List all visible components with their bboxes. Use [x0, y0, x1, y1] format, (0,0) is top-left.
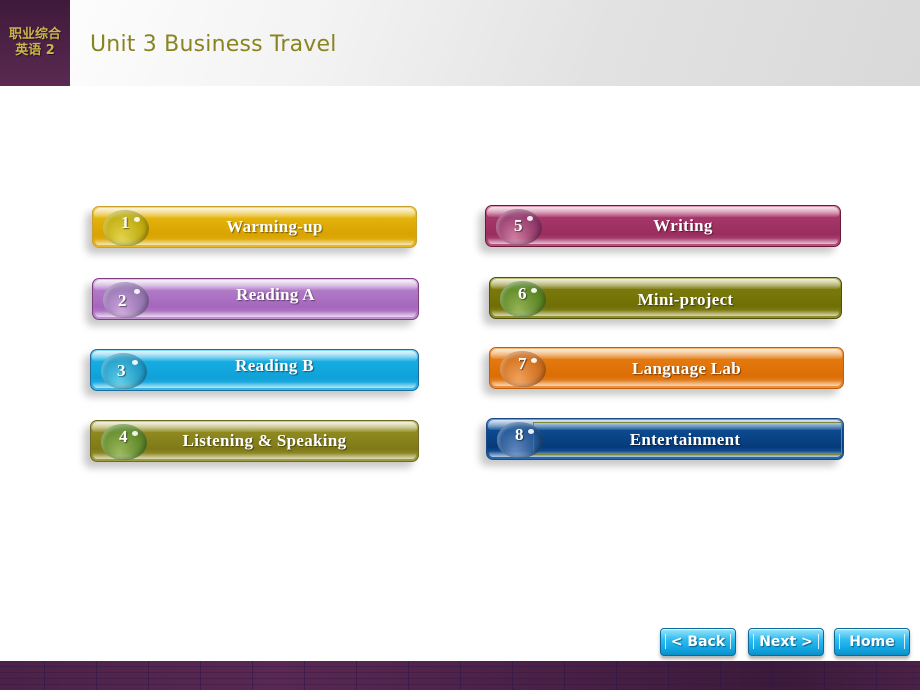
back-button[interactable]: < Back — [660, 628, 736, 656]
menu-label: Reading B — [235, 356, 314, 375]
footer-bar — [0, 661, 920, 690]
next-button[interactable]: Next > — [748, 628, 824, 656]
menu-button-reading-b[interactable]: 3 Reading B — [90, 349, 419, 391]
menu-number: 8 — [515, 425, 524, 444]
menu-label: Reading A — [236, 285, 315, 304]
menu-number: 6 — [518, 284, 527, 303]
menu-label: Entertainment — [629, 430, 741, 449]
course-logo: 职业综合 英语 2 — [0, 0, 70, 86]
menu-number: 3 — [117, 361, 126, 380]
page-title: Unit 3 Business Travel — [90, 32, 337, 57]
menu-label: Listening & Speaking — [182, 431, 347, 450]
menu-number: 5 — [514, 216, 523, 235]
menu-button-entertainment[interactable]: 8 Entertainment — [486, 418, 844, 460]
menu-button-writing[interactable]: 5 Writing — [485, 205, 841, 247]
menu-label: Mini-project — [637, 290, 734, 309]
menu-button-language-lab[interactable]: 7 Language Lab — [489, 347, 844, 389]
menu-button-reading-a[interactable]: 2 Reading A — [92, 278, 419, 320]
logo-line-1: 职业综合 — [8, 27, 61, 42]
menu-label: Language Lab — [632, 359, 741, 378]
logo-line-2: 英语 2 — [15, 43, 55, 58]
menu-button-listening-speaking[interactable]: 4 Listening & Speaking — [90, 420, 419, 462]
menu-number: 7 — [518, 354, 527, 373]
menu-number: 2 — [118, 291, 127, 310]
menu-button-mini-project[interactable]: 6 Mini-project — [489, 277, 842, 319]
header-bar: 职业综合 英语 2 Unit 3 Business Travel — [0, 0, 920, 86]
menu-button-warming-up[interactable]: 1 Warming-up — [92, 206, 417, 248]
menu-label: Warming-up — [226, 217, 323, 236]
menu-label: Writing — [653, 216, 713, 235]
home-button[interactable]: Home — [834, 628, 910, 656]
menu-number: 1 — [121, 213, 130, 232]
